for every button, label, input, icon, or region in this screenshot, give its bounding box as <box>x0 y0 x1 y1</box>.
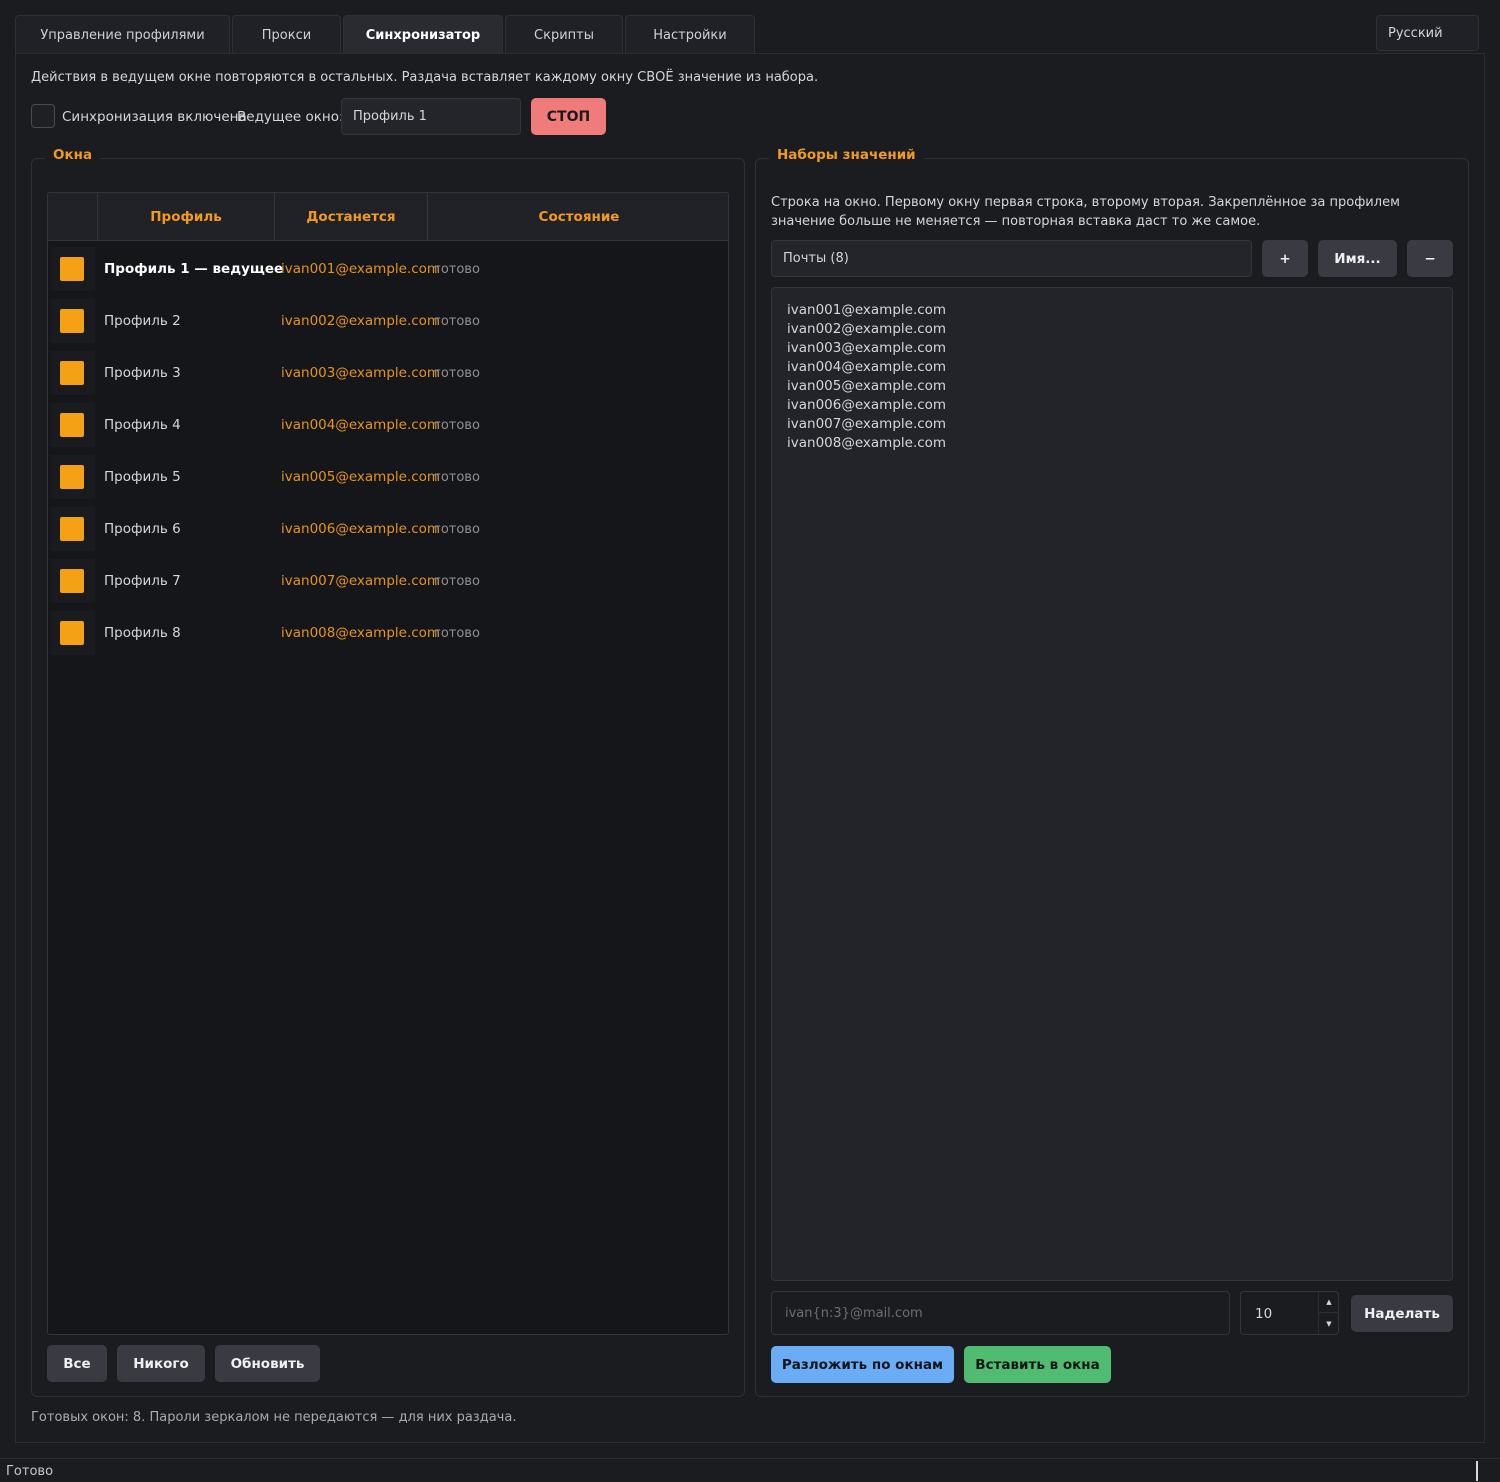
tab-proxy[interactable]: Прокси <box>232 15 341 54</box>
table-row[interactable]: Профиль 4 ivan004@example.com готово <box>48 399 728 451</box>
window-indicator-icon <box>60 309 84 333</box>
row-profile: Профиль 1 — ведущее <box>104 261 284 277</box>
row-state: готово <box>434 417 480 433</box>
master-window-select[interactable]: Профиль 1 <box>341 98 521 135</box>
windows-table: Профиль Достанется Состояние Профиль 1 —… <box>47 192 729 1335</box>
row-profile: Профиль 8 <box>104 625 181 641</box>
row-select-cell[interactable] <box>51 403 95 447</box>
select-all-button[interactable]: Все <box>47 1345 107 1382</box>
master-window-label: Ведущее окно: <box>237 109 344 125</box>
column-header-state[interactable]: Состояние <box>428 193 728 241</box>
sync-enabled-label: Синхронизация включена <box>62 109 247 125</box>
column-header-profile[interactable]: Профиль <box>98 193 275 241</box>
row-select-cell[interactable] <box>51 611 95 655</box>
window-indicator-icon <box>60 361 84 385</box>
row-state: готово <box>434 625 480 641</box>
status-bar-text: Готово <box>6 1464 54 1479</box>
table-row[interactable]: Профиль 1 — ведущее ivan001@example.com … <box>48 243 728 295</box>
value-line: ivan006@example.com <box>787 397 947 413</box>
row-select-cell[interactable] <box>51 247 95 291</box>
column-header-value[interactable]: Достанется <box>275 193 428 241</box>
row-select-cell[interactable] <box>51 455 95 499</box>
row-value: ivan001@example.com <box>281 261 441 277</box>
row-value: ivan006@example.com <box>281 521 441 537</box>
add-set-button[interactable]: + <box>1262 240 1308 277</box>
value-line: ivan005@example.com <box>787 378 947 394</box>
row-value: ivan003@example.com <box>281 365 441 381</box>
distribute-button[interactable]: Разложить по окнам <box>771 1346 954 1383</box>
rename-set-button[interactable]: Имя... <box>1318 240 1397 277</box>
windows-group-title: Окна <box>45 147 101 163</box>
row-profile: Профиль 4 <box>104 417 181 433</box>
row-state: готово <box>434 469 480 485</box>
tab-profiles[interactable]: Управление профилями <box>15 15 230 54</box>
window-indicator-icon <box>60 621 84 645</box>
value-sets-group-title: Наборы значений <box>769 147 924 163</box>
chevron-down-icon[interactable]: ▼ <box>1319 1313 1339 1334</box>
row-profile: Профиль 2 <box>104 313 181 329</box>
remove-set-button[interactable]: − <box>1407 240 1453 277</box>
row-profile: Профиль 6 <box>104 521 181 537</box>
table-row[interactable]: Профиль 6 ivan006@example.com готово <box>48 503 728 555</box>
window-indicator-icon <box>60 465 84 489</box>
table-row[interactable]: Профиль 7 ivan007@example.com готово <box>48 555 728 607</box>
row-value: ivan005@example.com <box>281 469 441 485</box>
value-line: ivan002@example.com <box>787 321 947 337</box>
row-select-cell[interactable] <box>51 299 95 343</box>
template-input[interactable]: ivan{n:3}@mail.com <box>771 1291 1230 1335</box>
row-profile: Профиль 7 <box>104 573 181 589</box>
value-line: ivan004@example.com <box>787 359 947 375</box>
table-row[interactable]: Профиль 2 ivan002@example.com готово <box>48 295 728 347</box>
generate-button[interactable]: Наделать <box>1351 1295 1453 1332</box>
row-state: готово <box>434 313 480 329</box>
window-indicator-icon <box>60 517 84 541</box>
row-value: ivan004@example.com <box>281 417 441 433</box>
table-row[interactable]: Профиль 3 ivan003@example.com готово <box>48 347 728 399</box>
table-row[interactable]: Профиль 5 ivan005@example.com готово <box>48 451 728 503</box>
values-textarea[interactable]: ivan001@example.com ivan002@example.com … <box>771 287 1453 1281</box>
window-indicator-icon <box>60 569 84 593</box>
language-select[interactable]: Русский <box>1376 15 1479 51</box>
row-select-cell[interactable] <box>51 507 95 551</box>
row-profile: Профиль 3 <box>104 365 181 381</box>
paste-button[interactable]: Вставить в окна <box>964 1346 1111 1383</box>
value-line: ivan003@example.com <box>787 340 947 356</box>
tab-scripts[interactable]: Скрипты <box>505 15 623 54</box>
tab-synchronizer[interactable]: Синхронизатор <box>343 15 503 55</box>
spin-arrows: ▲ ▼ <box>1318 1292 1339 1334</box>
stop-button[interactable]: СТОП <box>531 98 606 135</box>
sync-enabled-checkbox[interactable] <box>31 104 55 128</box>
row-profile: Профиль 5 <box>104 469 181 485</box>
window-indicator-icon <box>60 257 84 281</box>
row-value: ivan008@example.com <box>281 625 441 641</box>
tab-settings[interactable]: Настройки <box>625 15 755 54</box>
value-set-select[interactable]: Почты (8) <box>771 240 1252 277</box>
window-indicator-icon <box>60 413 84 437</box>
value-line: ivan007@example.com <box>787 416 947 432</box>
row-state: готово <box>434 573 480 589</box>
value-line: ivan001@example.com <box>787 302 947 318</box>
row-select-cell[interactable] <box>51 351 95 395</box>
resize-grip-icon[interactable] <box>1476 1461 1478 1481</box>
refresh-button[interactable]: Обновить <box>215 1345 320 1382</box>
column-header-select <box>48 193 98 241</box>
row-state: готово <box>434 521 480 537</box>
count-value: 10 <box>1255 1306 1273 1322</box>
ready-windows-status: Готовых окон: 8. Пароли зеркалом не пере… <box>31 1410 517 1425</box>
value-line: ivan008@example.com <box>787 435 947 451</box>
row-select-cell[interactable] <box>51 559 95 603</box>
table-header: Профиль Достанется Состояние <box>48 193 728 241</box>
value-sets-help: Строка на окно. Первому окну первая стро… <box>771 195 1400 229</box>
row-state: готово <box>434 365 480 381</box>
table-row[interactable]: Профиль 8 ivan008@example.com готово <box>48 607 728 659</box>
row-value: ivan007@example.com <box>281 573 441 589</box>
chevron-up-icon[interactable]: ▲ <box>1319 1292 1339 1313</box>
status-bar: Готово <box>0 1458 1500 1482</box>
row-value: ivan002@example.com <box>281 313 441 329</box>
sync-description: Действия в ведущем окне повторяются в ос… <box>31 70 819 85</box>
row-state: готово <box>434 261 480 277</box>
select-none-button[interactable]: Никого <box>117 1345 205 1382</box>
count-spinbox[interactable]: 10 ▲ ▼ <box>1240 1291 1339 1335</box>
